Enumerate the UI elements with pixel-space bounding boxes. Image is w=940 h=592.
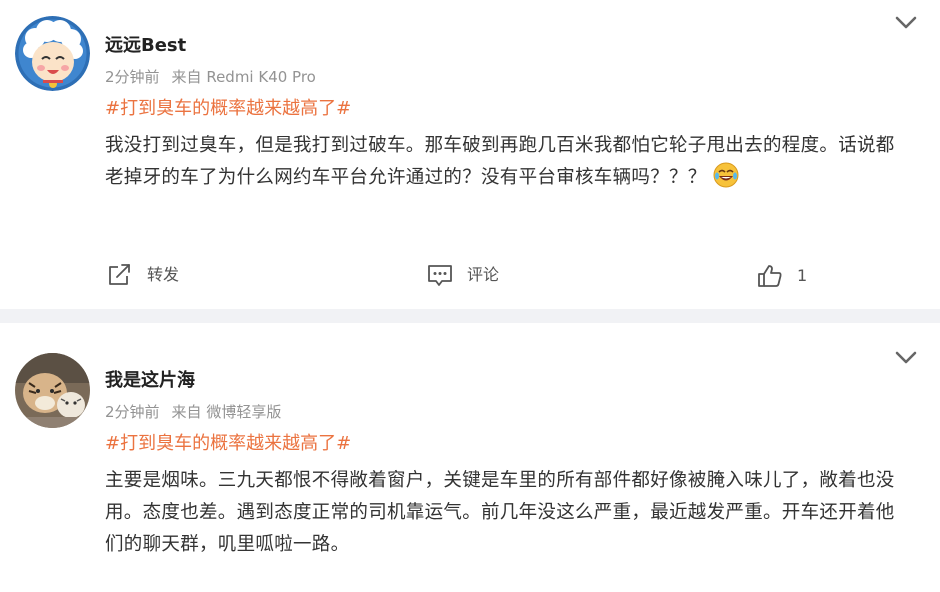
like-button[interactable]: 1 bbox=[757, 264, 807, 288]
comment-button[interactable]: 评论 bbox=[427, 263, 499, 287]
topic-hashtag[interactable]: #打到臭车的概率越来越高了# bbox=[105, 432, 351, 456]
repost-button[interactable]: 转发 bbox=[107, 263, 179, 287]
post-meta: 2分钟前 来自 Redmi K40 Pro bbox=[105, 67, 316, 87]
post-source: 来自 微博轻享版 bbox=[171, 403, 282, 421]
chevron-down-icon[interactable] bbox=[893, 14, 919, 32]
post-time[interactable]: 2分钟前 bbox=[105, 403, 160, 421]
feed-post: 我是这片海 2分钟前 来自 微博轻享版 #打到臭车的概率越来越高了# 主要是烟味。… bbox=[0, 323, 940, 592]
post-text: 我没打到过臭车，但是我打到过破车。那车破到再跑几百米我都怕它轮子甩出去的程度。话… bbox=[105, 135, 895, 188]
pleasant-goat-avatar-icon bbox=[15, 16, 90, 91]
laughing-crying-emoji bbox=[713, 162, 739, 188]
feed-post: 远远Best 2分钟前 来自 Redmi K40 Pro #打到臭车的概率越来越高… bbox=[0, 0, 940, 309]
post-content: 主要是烟味。三九天都恨不得敞着窗户，关键是车里的所有部件都好像被腌入味儿了，敞着… bbox=[105, 465, 910, 561]
username[interactable]: 远远Best bbox=[105, 34, 186, 58]
topic-hashtag[interactable]: #打到臭车的概率越来越高了# bbox=[105, 97, 351, 121]
chevron-down-icon[interactable] bbox=[893, 349, 919, 367]
white-tiger-avatar-icon bbox=[15, 353, 90, 428]
avatar[interactable] bbox=[15, 16, 90, 91]
repost-label: 转发 bbox=[147, 265, 180, 284]
share-icon bbox=[109, 264, 130, 285]
comment-icon bbox=[428, 265, 452, 286]
post-text: 主要是烟味。三九天都恨不得敞着窗户，关键是车里的所有部件都好像被腌入味儿了，敞着… bbox=[105, 470, 895, 555]
username[interactable]: 我是这片海 bbox=[105, 369, 195, 393]
comment-label: 评论 bbox=[467, 265, 500, 284]
feed-divider bbox=[0, 309, 940, 323]
like-count: 1 bbox=[797, 266, 808, 285]
post-time[interactable]: 2分钟前 bbox=[105, 68, 160, 86]
post-content: 我没打到过臭车，但是我打到过破车。那车破到再跑几百米我都怕它轮子甩出去的程度。话… bbox=[105, 130, 910, 194]
thumbs-up-icon bbox=[758, 265, 782, 287]
avatar[interactable] bbox=[15, 353, 90, 428]
post-meta: 2分钟前 来自 微博轻享版 bbox=[105, 402, 281, 422]
post-source: 来自 Redmi K40 Pro bbox=[171, 68, 316, 86]
